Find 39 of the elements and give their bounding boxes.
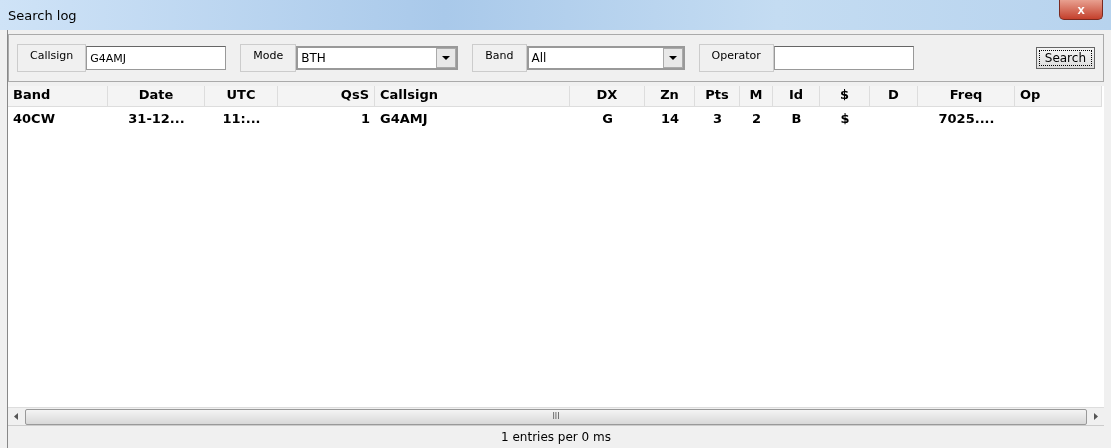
caret-icon: [668, 56, 677, 60]
input-field[interactable]: G4AMJ: [86, 46, 227, 70]
dropdown[interactable]: BTH: [296, 46, 459, 70]
column-header[interactable]: UTC: [205, 86, 278, 107]
column-header[interactable]: Date: [108, 86, 205, 107]
column-header[interactable]: Callsign: [375, 86, 570, 107]
dropdown[interactable]: All: [526, 46, 685, 70]
table-cell-text: B: [790, 110, 803, 128]
column-header[interactable]: Zn: [645, 86, 695, 107]
search-button[interactable]: Search: [1035, 47, 1095, 69]
table-cell-text: $: [839, 110, 851, 128]
caret-icon: [442, 56, 451, 60]
table-cell-text: 31-12...: [127, 110, 186, 128]
column-header[interactable]: M: [740, 86, 773, 107]
column-header[interactable]: Id: [773, 86, 820, 107]
field-label: Callsign: [17, 44, 87, 72]
column-header[interactable]: Op: [1015, 86, 1102, 107]
input-field[interactable]: [773, 46, 914, 70]
window-title: Search log: [8, 7, 77, 23]
table-cell-text: 2: [750, 110, 762, 128]
status-text: 1 entries per 0 ms: [501, 430, 611, 444]
table-cell-text: 11:...: [221, 110, 262, 128]
table-cell-text: G4AMJ: [379, 110, 429, 128]
table-cell-text: G: [601, 110, 614, 128]
column-header[interactable]: DX: [570, 86, 645, 107]
table-cell-text: 40CW: [12, 110, 56, 128]
column-header[interactable]: $: [820, 86, 870, 107]
table-cell-text: 3: [711, 110, 723, 128]
column-header[interactable]: Band: [8, 86, 108, 107]
column-header[interactable]: QsS: [278, 86, 375, 107]
table-cell-text: 14: [659, 110, 681, 128]
field-label: Mode: [240, 44, 297, 72]
field-label: Operator: [698, 44, 774, 72]
column-header[interactable]: Freq: [918, 86, 1015, 107]
table-cell-text: 1: [359, 110, 371, 128]
field-label: Band: [472, 44, 527, 72]
table-cell-text: 7025....: [937, 110, 996, 128]
column-header[interactable]: D: [870, 86, 918, 107]
column-header[interactable]: Pts: [695, 86, 740, 107]
